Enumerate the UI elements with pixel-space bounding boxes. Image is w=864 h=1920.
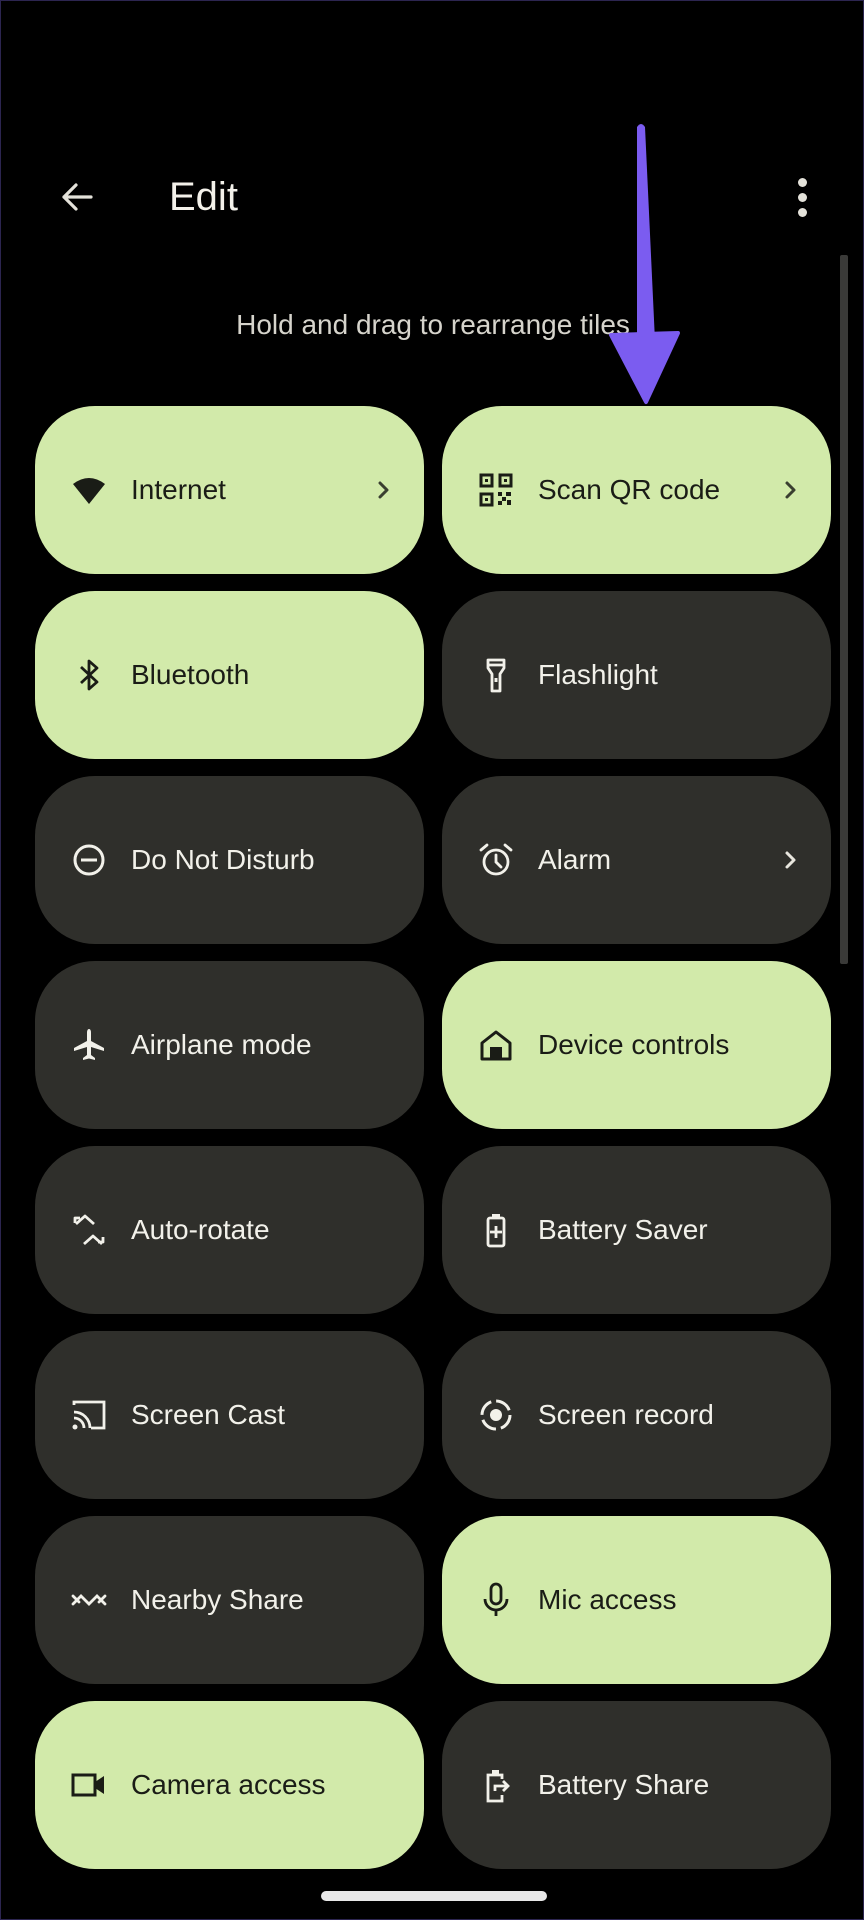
more-vert-icon-dot [797,207,807,217]
tile-label: Battery Share [538,1769,710,1800]
tile-bluetooth[interactable]: Bluetooth [35,591,424,759]
more-vert-icon-dot [797,192,807,202]
chevron-right-icon[interactable] [775,845,805,875]
flashlight-icon [474,653,518,697]
tile-label: Screen Cast [131,1399,286,1430]
tile-label: Flashlight [538,659,658,690]
home-icon [474,1023,518,1067]
battery-saver-icon [474,1208,518,1252]
battery-share-icon [474,1763,518,1807]
do-not-disturb-icon [67,838,111,882]
tile-scan-qr-code[interactable]: Scan QR code [442,406,831,574]
tile-grid: Internet Scan QR code Bluetooth Flashlight D… [35,406,831,1869]
chevron-right-icon[interactable] [775,475,805,505]
tile-label: Do Not Disturb [131,844,315,875]
tile-label: Camera access [131,1769,326,1800]
auto-rotate-icon [67,1208,111,1252]
tile-auto-rotate[interactable]: Auto-rotate [35,1146,424,1314]
tile-label: Mic access [538,1584,677,1615]
annotation-arrow [609,124,680,404]
tile-airplane-mode[interactable]: Airplane mode [35,961,424,1129]
tile-label: Nearby Share [131,1584,304,1615]
mic-icon [474,1578,518,1622]
nearby-share-icon [67,1578,111,1622]
tile-label: Battery Saver [538,1214,708,1245]
tile-label: Screen record [538,1399,714,1430]
tile-label: Scan QR code [538,474,721,505]
bluetooth-icon [67,653,111,697]
tile-nearby-share[interactable]: Nearby Share [35,1516,424,1684]
tile-internet[interactable]: Internet [35,406,424,574]
tile-label: Device controls [538,1029,730,1060]
annotation-arrowhead [609,331,680,404]
chevron-right-icon[interactable] [368,475,398,505]
tile-do-not-disturb[interactable]: Do Not Disturb [35,776,424,944]
rearrange-hint-text: Hold and drag to rearrange tiles [236,309,630,340]
tile-screen-cast[interactable]: Screen Cast [35,1331,424,1499]
tile-label: Internet [131,474,226,505]
tile-screen-record[interactable]: Screen record [442,1331,831,1499]
qr-code-icon [474,468,518,512]
wifi-icon [67,468,111,512]
tile-label: Alarm [538,844,612,875]
tile-label: Bluetooth [131,659,250,690]
tile-battery-share[interactable]: Battery Share [442,1701,831,1869]
tile-label: Airplane mode [131,1029,312,1060]
tile-flashlight[interactable]: Flashlight [442,591,831,759]
screen-record-icon [474,1393,518,1437]
page-title: Edit [169,175,238,219]
more-vert-icon [797,177,807,187]
home-indicator[interactable] [321,1891,547,1901]
scrollbar[interactable] [840,255,848,964]
back-button[interactable] [51,171,103,223]
tile-mic-access[interactable]: Mic access [442,1516,831,1684]
tile-alarm[interactable]: Alarm [442,776,831,944]
tile-camera-access[interactable]: Camera access [35,1701,424,1869]
cast-icon [67,1393,111,1437]
camera-icon [67,1763,111,1807]
airplane-icon [67,1023,111,1067]
more-options-button[interactable] [781,171,823,223]
tile-battery-saver[interactable]: Battery Saver [442,1146,831,1314]
tile-device-controls[interactable]: Device controls [442,961,831,1129]
tile-label: Auto-rotate [131,1214,270,1245]
arrow-back-icon [62,183,93,211]
alarm-icon [474,838,518,882]
rearrange-hint: Hold and drag to rearrange tiles [1,307,864,343]
